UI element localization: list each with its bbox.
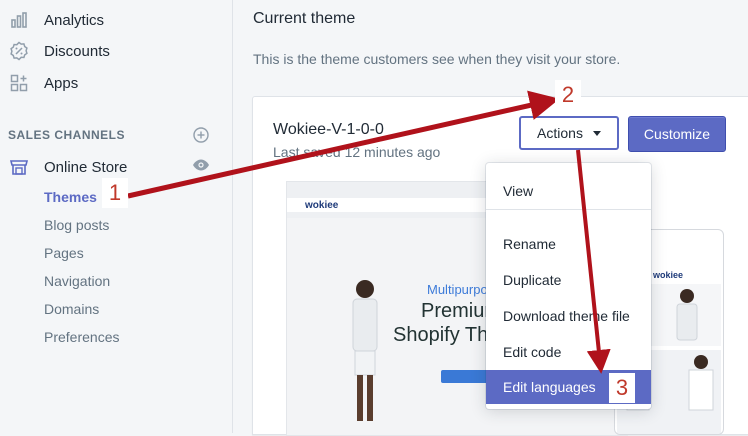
annotation-arrows (127, 90, 611, 374)
annotation-arrow-1 (127, 90, 560, 199)
annotation-number-1: 1 (102, 178, 128, 208)
annotation-number-3: 3 (609, 373, 635, 403)
annotation-number-2: 2 (555, 80, 581, 110)
annotation-arrow-2 (576, 149, 611, 374)
